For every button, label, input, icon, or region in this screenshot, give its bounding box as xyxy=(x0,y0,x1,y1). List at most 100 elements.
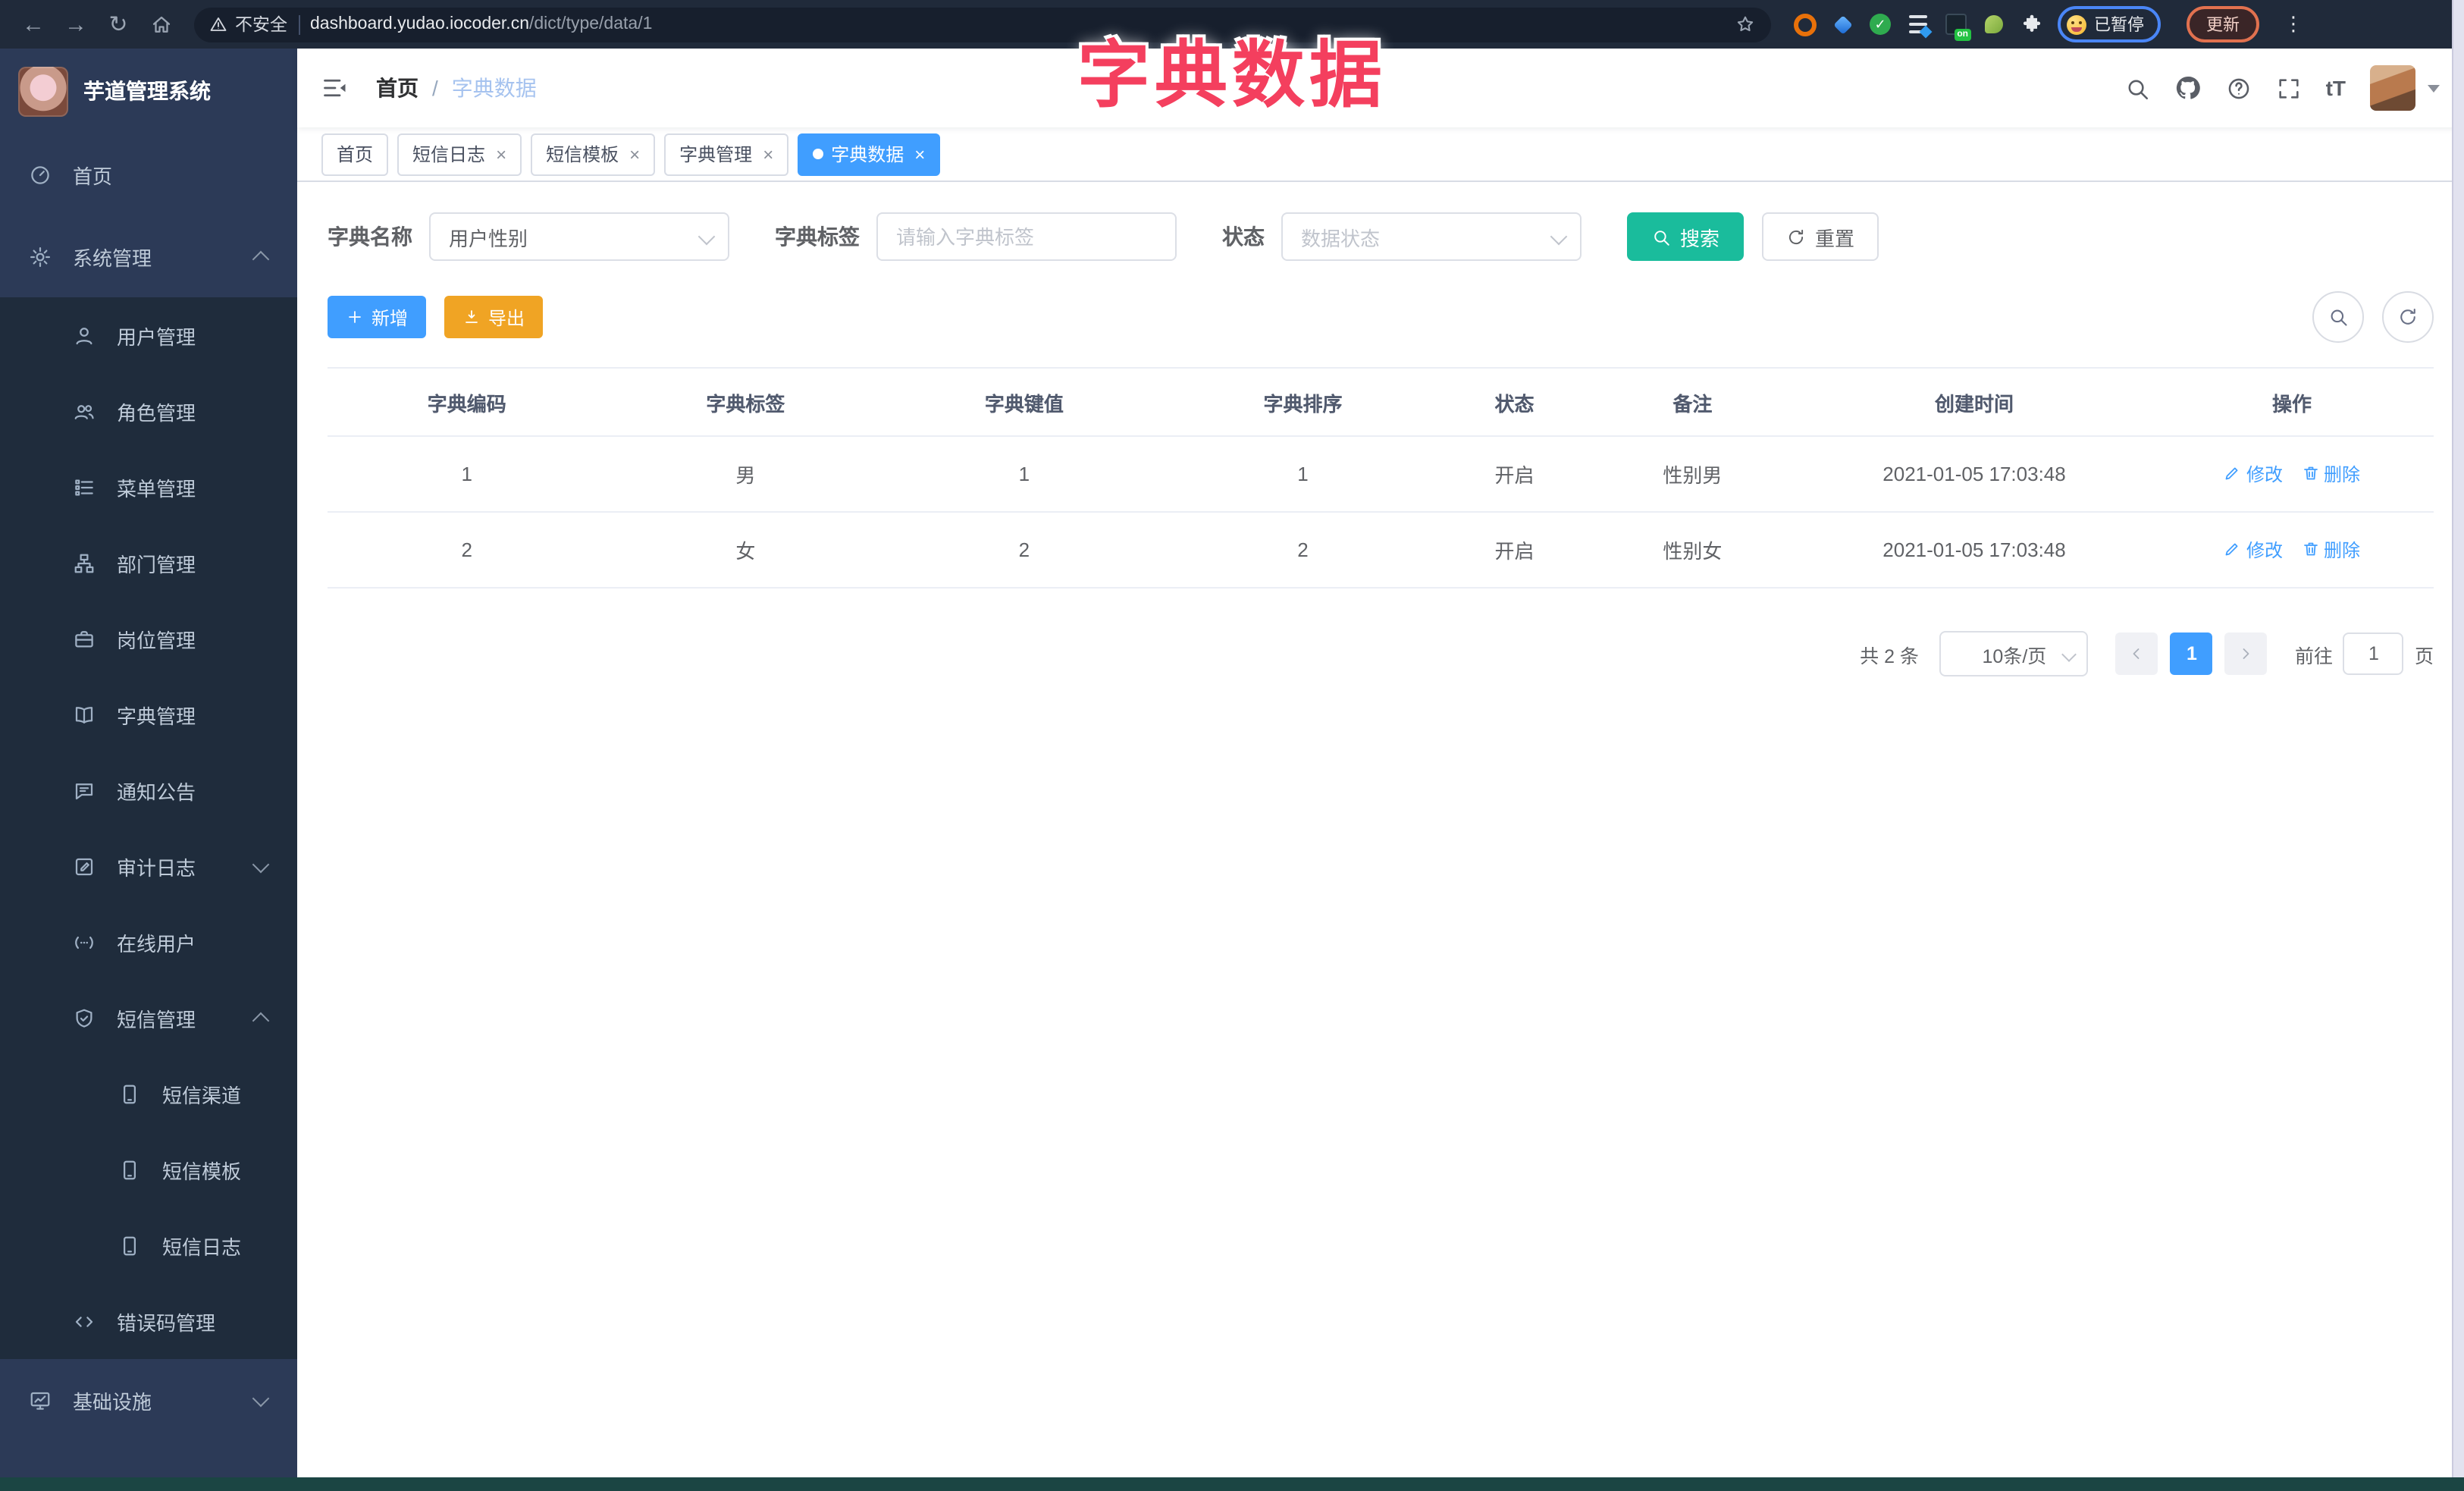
address-bar[interactable]: 不安全 dashboard.yudao.iocoder.cn/dict/type… xyxy=(194,7,1771,42)
toggle-search-button[interactable] xyxy=(2312,291,2364,343)
sidebar-item-5[interactable]: 菜单管理 xyxy=(0,449,297,525)
page-size-select[interactable]: 10条/页 xyxy=(1939,631,2089,676)
sidebar-item-6[interactable]: 部门管理 xyxy=(0,525,297,601)
sidebar-item-2[interactable]: 系统管理 xyxy=(0,215,297,297)
plus-icon xyxy=(346,308,364,326)
dict-data-table: 字典编码 字典标签 字典键值 字典排序 状态 备注 创建时间 操作 1 男 1 1 开启 性别男 2021… xyxy=(328,367,2434,589)
column-header: 字典标签 xyxy=(606,368,886,437)
prev-page-button[interactable] xyxy=(2115,632,2158,675)
search-button[interactable]: 搜索 xyxy=(1627,212,1745,261)
extension-bars-icon[interactable] xyxy=(1906,12,1933,39)
extension-blue-gem-icon[interactable] xyxy=(1830,12,1854,36)
sidebar-item-10[interactable]: 审计日志 xyxy=(0,828,297,904)
chevron-down-icon xyxy=(2062,647,2077,662)
edit-icon xyxy=(2224,465,2242,483)
filter-dict-name: 字典名称 用户性别 xyxy=(328,212,729,261)
breadcrumb: 首页 / 字典数据 xyxy=(376,73,537,103)
github-icon[interactable] xyxy=(2174,74,2202,102)
sidebar-item-label: 基础设施 xyxy=(73,1390,152,1413)
trash-icon xyxy=(2301,541,2319,559)
extension-orange-ring-icon[interactable] xyxy=(1792,12,1817,36)
sidebar-item-16[interactable]: 错误码管理 xyxy=(0,1283,297,1359)
sidebar-item-7[interactable]: 岗位管理 xyxy=(0,601,297,676)
refresh-table-button[interactable] xyxy=(2382,291,2434,343)
user-icon xyxy=(73,324,96,347)
sidebar-item-1[interactable]: 首页 xyxy=(0,133,297,215)
sidebar-item-12[interactable]: 短信管理 xyxy=(0,980,297,1056)
edit-link[interactable]: 修改 xyxy=(2224,461,2283,487)
extensions-puzzle-icon[interactable] xyxy=(2020,12,2044,36)
column-header: 创建时间 xyxy=(1798,368,2150,437)
tab-label: 字典数据 xyxy=(831,144,904,165)
tab-4[interactable]: 字典管理 × xyxy=(664,133,789,175)
sidebar-item-label: 用户管理 xyxy=(117,325,196,348)
help-icon[interactable] xyxy=(2226,75,2252,101)
main-area: 首页 / 字典数据 tT 首页 短信日志 × 短信模板 × 字典管理 × 字典数据 × 字 xyxy=(297,49,2464,1477)
screen: ← → ↻ 不安全 dashboard.yudao.iocoder.cn/dic… xyxy=(0,0,2464,1491)
reset-button[interactable]: 重置 xyxy=(1762,212,1879,261)
browser-menu-icon[interactable]: ⋮ xyxy=(2284,12,2303,36)
table-cell: 2 xyxy=(328,512,607,589)
browser-forward-icon[interactable]: → xyxy=(58,6,94,42)
export-button[interactable]: 导出 xyxy=(444,296,544,338)
table-cell: 1 xyxy=(1163,436,1443,513)
window-scrollbar[interactable] xyxy=(2452,0,2464,1477)
close-icon[interactable]: × xyxy=(763,143,773,165)
table-cell: 开启 xyxy=(1442,512,1587,589)
code-icon xyxy=(73,1310,96,1332)
fullscreen-icon[interactable] xyxy=(2276,75,2302,101)
bookmark-star-icon[interactable] xyxy=(1735,14,1756,35)
close-icon[interactable]: × xyxy=(914,143,925,165)
user-avatar[interactable] xyxy=(2370,65,2415,111)
tab-2[interactable]: 短信日志 × xyxy=(397,133,522,175)
table-cell: 2021-01-05 17:03:48 xyxy=(1798,512,2150,589)
tab-3[interactable]: 短信模板 × xyxy=(531,133,656,175)
page-number-button[interactable]: 1 xyxy=(2170,632,2213,675)
dict-name-select[interactable]: 用户性别 xyxy=(429,212,729,261)
close-icon[interactable]: × xyxy=(496,143,506,165)
add-button[interactable]: 新增 xyxy=(328,296,427,338)
extension-green-check-icon[interactable]: ✓ xyxy=(1868,12,1892,36)
tab-5[interactable]: 字典数据 × xyxy=(798,133,941,175)
header-search-icon[interactable] xyxy=(2124,75,2150,101)
breadcrumb-home[interactable]: 首页 xyxy=(376,73,419,103)
warning-icon xyxy=(209,15,227,33)
sidebar-item-17[interactable]: 基础设施 xyxy=(0,1359,297,1441)
column-header: 操作 xyxy=(2150,368,2434,437)
security-chip[interactable]: 不安全 xyxy=(209,12,287,36)
chevron-up-icon xyxy=(252,1011,270,1029)
sidebar-item-8[interactable]: 字典管理 xyxy=(0,676,297,752)
sidebar-item-9[interactable]: 通知公告 xyxy=(0,752,297,828)
goto-page-input[interactable] xyxy=(2343,632,2404,675)
next-page-button[interactable] xyxy=(2224,632,2268,675)
browser-update-button[interactable]: 更新 xyxy=(2187,6,2259,42)
close-icon[interactable]: × xyxy=(629,143,640,165)
sidebar-collapse-icon[interactable] xyxy=(321,74,349,102)
browser-home-icon[interactable] xyxy=(143,6,179,42)
sidebar-item-13[interactable]: 短信渠道 xyxy=(0,1056,297,1132)
status-label: 状态 xyxy=(1222,224,1265,249)
browser-back-icon[interactable]: ← xyxy=(15,6,52,42)
sidebar-logo[interactable]: 芋道管理系统 xyxy=(0,49,297,133)
browser-reload-icon[interactable]: ↻ xyxy=(100,6,136,42)
extension-on-badge-icon[interactable]: on xyxy=(1944,12,1971,41)
sidebar-item-14[interactable]: 短信模板 xyxy=(0,1132,297,1207)
extension-leaf-icon[interactable] xyxy=(1982,12,2006,36)
edit-link[interactable]: 修改 xyxy=(2224,537,2283,563)
column-header: 字典键值 xyxy=(885,368,1164,437)
security-label: 不安全 xyxy=(235,17,287,35)
sidebar-item-15[interactable]: 短信日志 xyxy=(0,1207,297,1283)
sidebar-item-3[interactable]: 用户管理 xyxy=(0,297,297,373)
font-size-icon[interactable]: tT xyxy=(2326,76,2346,100)
tab-1[interactable]: 首页 xyxy=(321,133,389,175)
avatar-caret-icon[interactable] xyxy=(2428,84,2440,92)
profile-paused-chip[interactable]: 已暂停 xyxy=(2058,6,2161,42)
delete-link[interactable]: 删除 xyxy=(2301,537,2360,563)
sidebar-item-11[interactable]: 在线用户 xyxy=(0,904,297,980)
delete-link[interactable]: 删除 xyxy=(2301,461,2360,487)
status-select[interactable]: 数据状态 xyxy=(1281,212,1582,261)
breadcrumb-separator: / xyxy=(432,76,438,100)
sidebar-item-label: 角色管理 xyxy=(117,401,196,424)
dict-label-input[interactable] xyxy=(876,212,1177,261)
sidebar-item-4[interactable]: 角色管理 xyxy=(0,373,297,449)
